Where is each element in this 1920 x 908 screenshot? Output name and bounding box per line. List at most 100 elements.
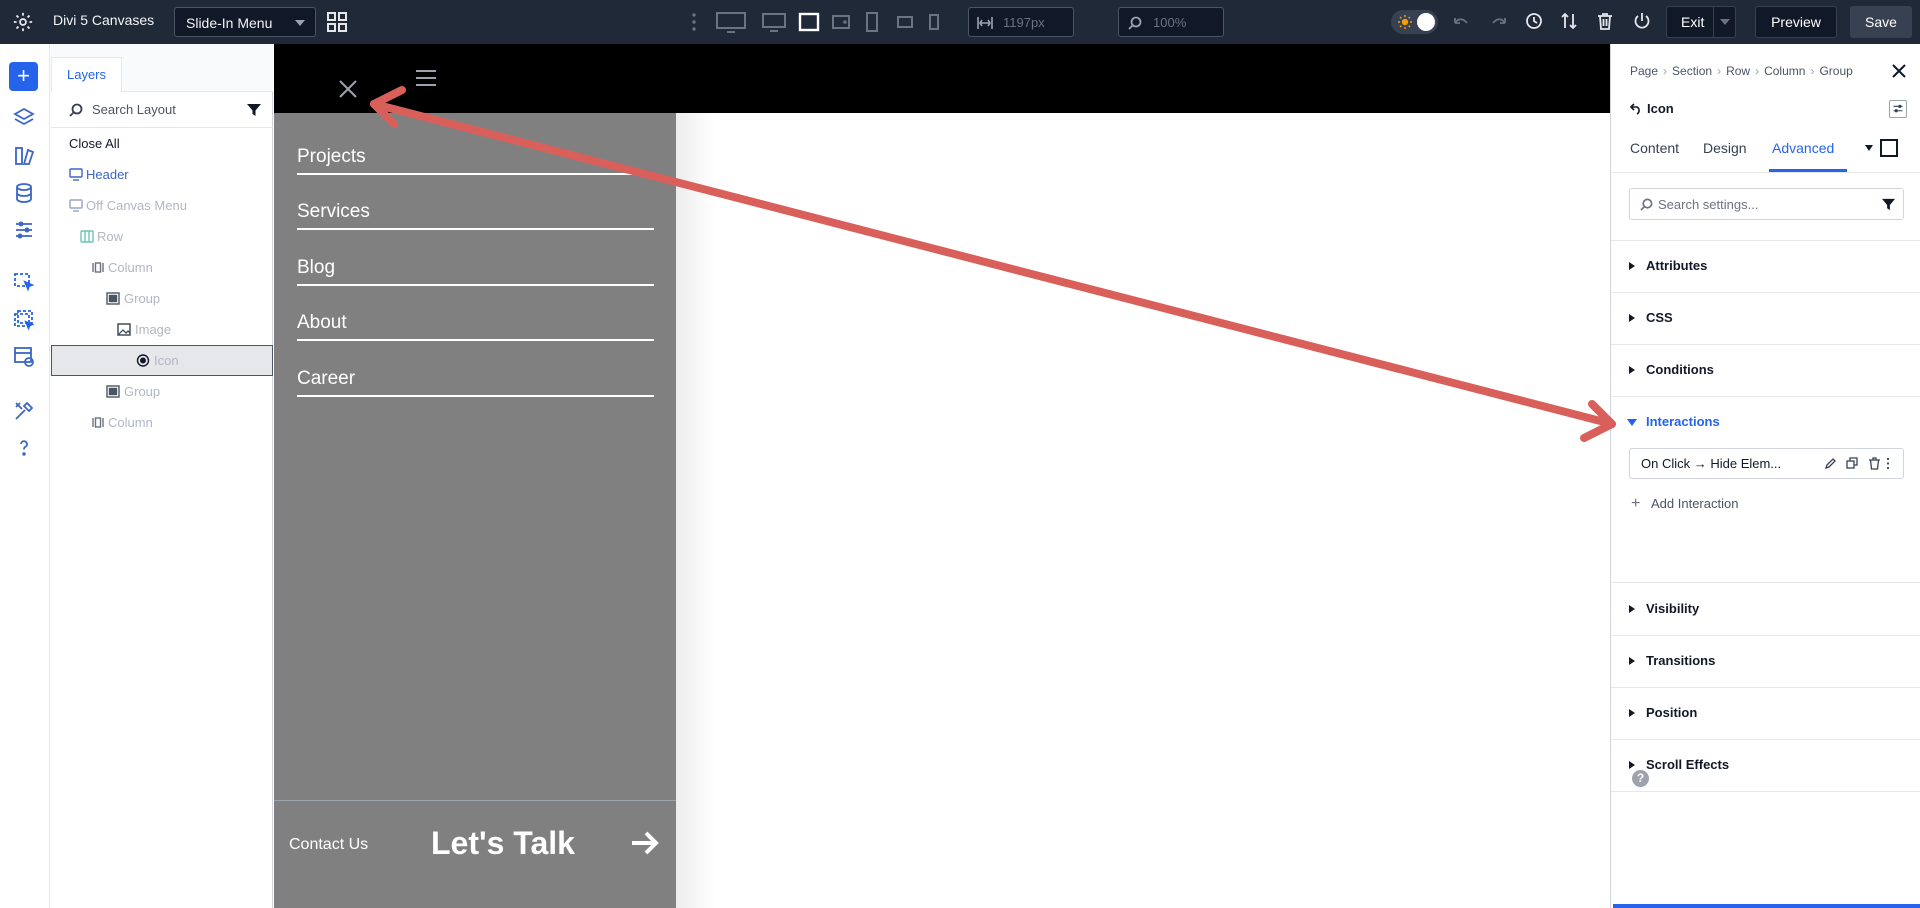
menu-item-services[interactable]: Services: [297, 200, 654, 230]
arrow-right-icon[interactable]: [630, 828, 660, 858]
history-icon[interactable]: [1525, 12, 1543, 30]
preview-layout-icon[interactable]: [12, 345, 36, 369]
power-icon[interactable]: [1633, 12, 1651, 30]
desktop-wide-icon[interactable]: [715, 10, 747, 34]
menu-item-blog[interactable]: Blog: [297, 256, 654, 286]
top-toolbar: Divi 5 Canvases Slide-In Menu 1197px 100…: [0, 0, 1920, 44]
more-vertical-icon[interactable]: [689, 12, 699, 32]
exit-button[interactable]: Exit: [1666, 6, 1736, 38]
module-options-icon[interactable]: [1889, 100, 1907, 118]
laptop-active-icon[interactable]: [798, 10, 820, 34]
layer-item-column[interactable]: Column: [51, 252, 273, 283]
duplicate-icon[interactable]: [1846, 457, 1859, 470]
tab-content[interactable]: Content: [1630, 140, 1679, 156]
canvas-stack-icon[interactable]: [12, 308, 36, 332]
canvas-selector[interactable]: Slide-In Menu: [174, 7, 316, 37]
tab-design[interactable]: Design: [1703, 140, 1747, 156]
layer-label: Header: [86, 167, 129, 182]
trash-icon[interactable]: [1597, 12, 1613, 30]
section-interactions[interactable]: Interactions: [1611, 397, 1920, 583]
canvas-width-field[interactable]: 1197px: [968, 7, 1074, 37]
menu-item-about[interactable]: About: [297, 311, 654, 341]
section-position[interactable]: Position: [1611, 688, 1920, 740]
layers-icon[interactable]: [12, 106, 36, 130]
close-icon[interactable]: [337, 78, 359, 100]
settings-gear-icon[interactable]: [12, 11, 34, 33]
builder-canvas[interactable]: Projects Services Blog About Career Cont…: [274, 44, 1610, 908]
layer-item-row[interactable]: Row: [51, 221, 273, 252]
zoom-field[interactable]: 100%: [1118, 7, 1224, 37]
layer-item-off-canvas-menu[interactable]: Off Canvas Menu: [51, 190, 273, 221]
canvas-header-bar: [274, 44, 1610, 113]
layer-item-column[interactable]: Column: [51, 407, 273, 438]
sort-arrows-icon[interactable]: [1560, 12, 1578, 30]
section-css[interactable]: CSS: [1611, 293, 1920, 345]
theme-toggle[interactable]: [1391, 10, 1438, 34]
back-arrow-icon[interactable]: [1630, 103, 1642, 115]
breadcrumb-column[interactable]: Column: [1764, 64, 1805, 78]
section-scroll-effects[interactable]: Scroll Effects: [1611, 740, 1920, 792]
database-icon[interactable]: [12, 181, 36, 205]
interaction-item[interactable]: On Click → Hide Elem...: [1629, 448, 1904, 479]
trash-icon[interactable]: [1868, 457, 1881, 470]
section-attributes[interactable]: Attributes: [1611, 241, 1920, 293]
add-interaction-button[interactable]: + Add Interaction: [1631, 495, 1738, 513]
contact-us-label[interactable]: Contact Us: [289, 836, 368, 854]
undo-icon[interactable]: [1453, 13, 1471, 29]
breadcrumb-section[interactable]: Section: [1672, 64, 1712, 78]
close-all-link[interactable]: Close All: [69, 136, 120, 151]
hamburger-menu-icon[interactable]: [415, 69, 437, 87]
section-visibility[interactable]: Visibility: [1611, 584, 1920, 636]
lets-talk-heading[interactable]: Let's Talk: [431, 825, 575, 862]
phone-portrait-icon[interactable]: [926, 10, 942, 34]
breadcrumb-page[interactable]: Page: [1630, 64, 1658, 78]
add-module-button[interactable]: +: [9, 62, 38, 91]
close-icon[interactable]: [1891, 63, 1907, 79]
filter-icon[interactable]: [1882, 198, 1895, 211]
edit-pencil-icon[interactable]: [1824, 457, 1837, 470]
chevron-down-icon[interactable]: [1865, 145, 1873, 151]
preset-square-icon[interactable]: [1880, 139, 1898, 157]
tab-advanced[interactable]: Advanced: [1772, 140, 1834, 156]
filter-icon[interactable]: [247, 103, 261, 117]
tablet-portrait-icon[interactable]: [864, 10, 880, 34]
canvas-grid-icon[interactable]: [326, 11, 348, 33]
menu-item-projects[interactable]: Projects: [297, 145, 654, 175]
layer-item-icon[interactable]: Icon: [51, 345, 273, 376]
tools-icon[interactable]: [12, 399, 36, 423]
save-button[interactable]: Save: [1850, 6, 1912, 38]
section-conditions[interactable]: Conditions: [1611, 345, 1920, 397]
layer-item-group[interactable]: Group: [51, 376, 273, 407]
canvas-selector-value: Slide-In Menu: [186, 15, 273, 31]
chevron-down-icon[interactable]: [1713, 7, 1735, 37]
section-transitions[interactable]: Transitions: [1611, 636, 1920, 688]
tab-layers[interactable]: Layers: [51, 57, 122, 92]
menu-item-career[interactable]: Career: [297, 367, 654, 397]
settings-search-input[interactable]: Search settings...: [1629, 188, 1904, 220]
breadcrumb-group[interactable]: Group: [1819, 64, 1852, 78]
section-label: Attributes: [1646, 258, 1708, 273]
section-label: Position: [1646, 705, 1698, 720]
desktop-icon[interactable]: [761, 10, 787, 34]
breadcrumb-separator: ›: [1663, 64, 1668, 78]
menu-item-label: About: [297, 312, 347, 333]
layer-item-header[interactable]: Header: [51, 159, 273, 190]
sliders-icon[interactable]: [12, 218, 36, 242]
canvas-pointer-icon[interactable]: [12, 271, 36, 295]
chevron-down-icon: [295, 20, 305, 26]
layer-label: Off Canvas Menu: [86, 198, 187, 213]
breadcrumb-separator: ›: [1810, 64, 1815, 78]
layer-item-image[interactable]: Image: [51, 314, 273, 345]
layer-item-group[interactable]: Group: [51, 283, 273, 314]
help-icon[interactable]: ?: [1632, 770, 1649, 787]
section-label: Scroll Effects: [1646, 757, 1730, 772]
help-icon[interactable]: [12, 436, 36, 460]
layers-search[interactable]: Search Layout: [51, 92, 273, 128]
preview-button[interactable]: Preview: [1755, 6, 1837, 38]
tablet-landscape-icon[interactable]: [831, 10, 851, 34]
theme-builder-icon[interactable]: [12, 144, 36, 168]
more-vertical-icon[interactable]: [1885, 457, 1891, 470]
redo-icon[interactable]: [1489, 13, 1507, 29]
phone-landscape-icon[interactable]: [895, 10, 915, 34]
breadcrumb-row[interactable]: Row: [1726, 64, 1750, 78]
